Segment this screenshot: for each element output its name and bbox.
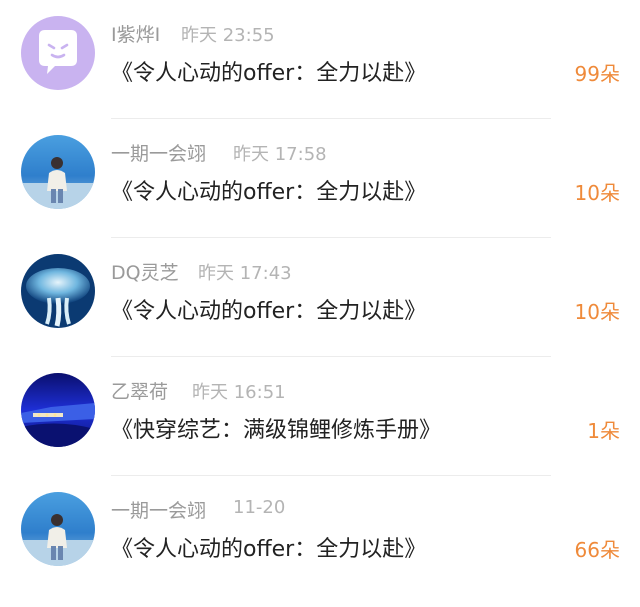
person-by-sea-photo [21,492,95,566]
gift-record-list: Ⅰ紫烨Ⅰ 昨天 23:55 《令人心动的offer：全力以赴》 99朵 一期一会… [0,0,640,607]
timestamp: 昨天 23:55 [181,25,275,46]
username[interactable]: 一期一会翊 [111,496,206,523]
avatar[interactable] [21,254,95,328]
night-blue-landscape-photo [21,373,95,447]
timestamp: 昨天 17:58 [233,144,327,165]
book-title[interactable]: 《令人心动的offer：全力以赴》 [111,55,426,87]
username[interactable]: Ⅰ紫烨Ⅰ [111,20,160,47]
avatar[interactable] [21,492,95,566]
flower-count: 99朵 [574,62,620,86]
flower-count: 1朵 [587,419,620,443]
username[interactable]: 乙翠荷 [111,377,168,404]
list-item[interactable]: 一期一会翊 昨天 17:58 《令人心动的offer：全力以赴》 10朵 [0,119,640,238]
timestamp: 11-20 [233,497,286,518]
flower-count: 66朵 [574,538,620,562]
timestamp: 昨天 16:51 [192,382,286,403]
avatar[interactable] [21,135,95,209]
list-item[interactable]: 一期一会翊 11-20 《令人心动的offer：全力以赴》 66朵 [0,476,640,595]
username[interactable]: 一期一会翊 [111,139,206,166]
list-item[interactable]: Ⅰ紫烨Ⅰ 昨天 23:55 《令人心动的offer：全力以赴》 99朵 [0,0,640,119]
book-title[interactable]: 《令人心动的offer：全力以赴》 [111,293,426,325]
flower-count: 10朵 [574,300,620,324]
person-by-sea-photo [21,135,95,209]
flower-count: 10朵 [574,181,620,205]
list-item[interactable]: DQ灵芝 昨天 17:43 《令人心动的offer：全力以赴》 10朵 [0,238,640,357]
avatar[interactable] [21,373,95,447]
chat-bubble-emoji-icon [21,16,95,90]
book-title[interactable]: 《令人心动的offer：全力以赴》 [111,531,426,563]
blue-jellyfish-photo [21,254,95,328]
avatar[interactable] [21,16,95,90]
username[interactable]: DQ灵芝 [111,258,179,285]
timestamp: 昨天 17:43 [198,263,292,284]
list-item[interactable]: 乙翠荷 昨天 16:51 《快穿综艺：满级锦鲤修炼手册》 1朵 [0,357,640,476]
book-title[interactable]: 《快穿综艺：满级锦鲤修炼手册》 [111,412,441,444]
book-title[interactable]: 《令人心动的offer：全力以赴》 [111,174,426,206]
